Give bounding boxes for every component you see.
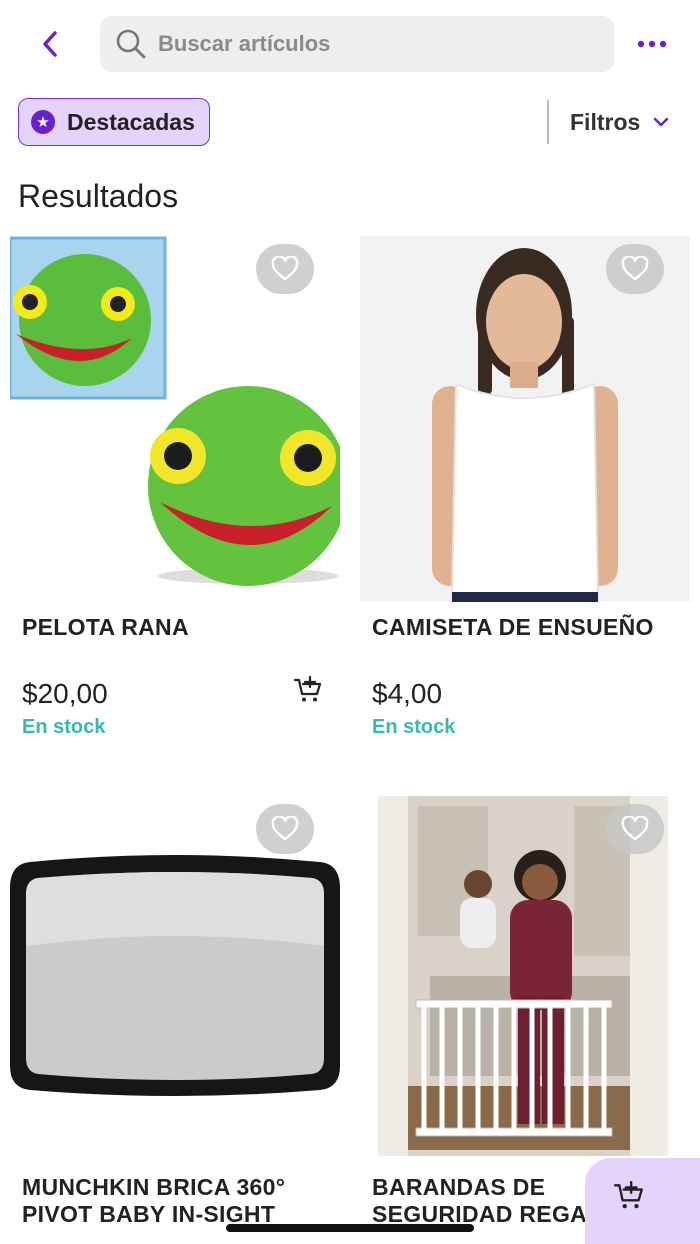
product-price: $20,00 [22,678,108,709]
favorite-button[interactable] [256,804,314,854]
product-name-line: MUNCHKIN BRICA 360° [22,1174,286,1200]
product-name: CAMISETA DE ENSUEÑO [372,614,654,640]
filter-divider [547,100,549,144]
back-button[interactable] [30,24,70,64]
add-to-cart-button[interactable] [290,672,326,708]
filters-dropdown[interactable]: Filtros [570,102,670,142]
favorite-button[interactable] [606,244,664,294]
favorite-button[interactable] [606,804,664,854]
product-card[interactable]: MUNCHKIN BRICA 360° PIVOT BABY IN-SIGHT [10,796,340,1244]
stock-status: En stock [22,716,106,738]
search-icon [114,27,148,61]
add-cart-icon [293,675,322,702]
heart-icon [271,256,299,281]
product-name: PELOTA RANA [22,614,189,640]
chevron-down-icon [652,116,670,128]
more-options-button[interactable] [632,24,672,64]
back-chevron-icon [43,31,57,57]
heart-icon [621,256,649,281]
star-icon: ★ [31,110,55,134]
featured-chip[interactable]: ★ Destacadas [18,98,210,146]
product-name-line: BARANDAS DE [372,1174,546,1200]
results-title: Resultados [18,178,179,214]
cart-button[interactable] [585,1158,700,1244]
heart-icon [621,816,649,841]
heart-icon [271,816,299,841]
cart-icon [613,1180,643,1209]
stock-status: En stock [372,716,456,738]
favorite-button[interactable] [256,244,314,294]
search-bar[interactable] [100,16,614,72]
product-price: $4,00 [372,678,443,709]
home-indicator [226,1224,474,1232]
filters-label: Filtros [570,108,641,135]
product-card[interactable]: CAMISETA DE ENSUEÑO $4,00 En stock [360,236,690,756]
featured-chip-label: Destacadas [67,108,195,135]
product-card[interactable]: PELOTA RANA $20,00 En stock [10,236,340,756]
top-bar [0,0,700,88]
product-name: MUNCHKIN BRICA 360° PIVOT BABY IN-SIGHT [22,1174,285,1228]
product-name: BARANDAS DE SEGURIDAD REGA [372,1174,587,1228]
more-dots-icon [637,40,667,48]
search-input[interactable] [158,31,578,57]
